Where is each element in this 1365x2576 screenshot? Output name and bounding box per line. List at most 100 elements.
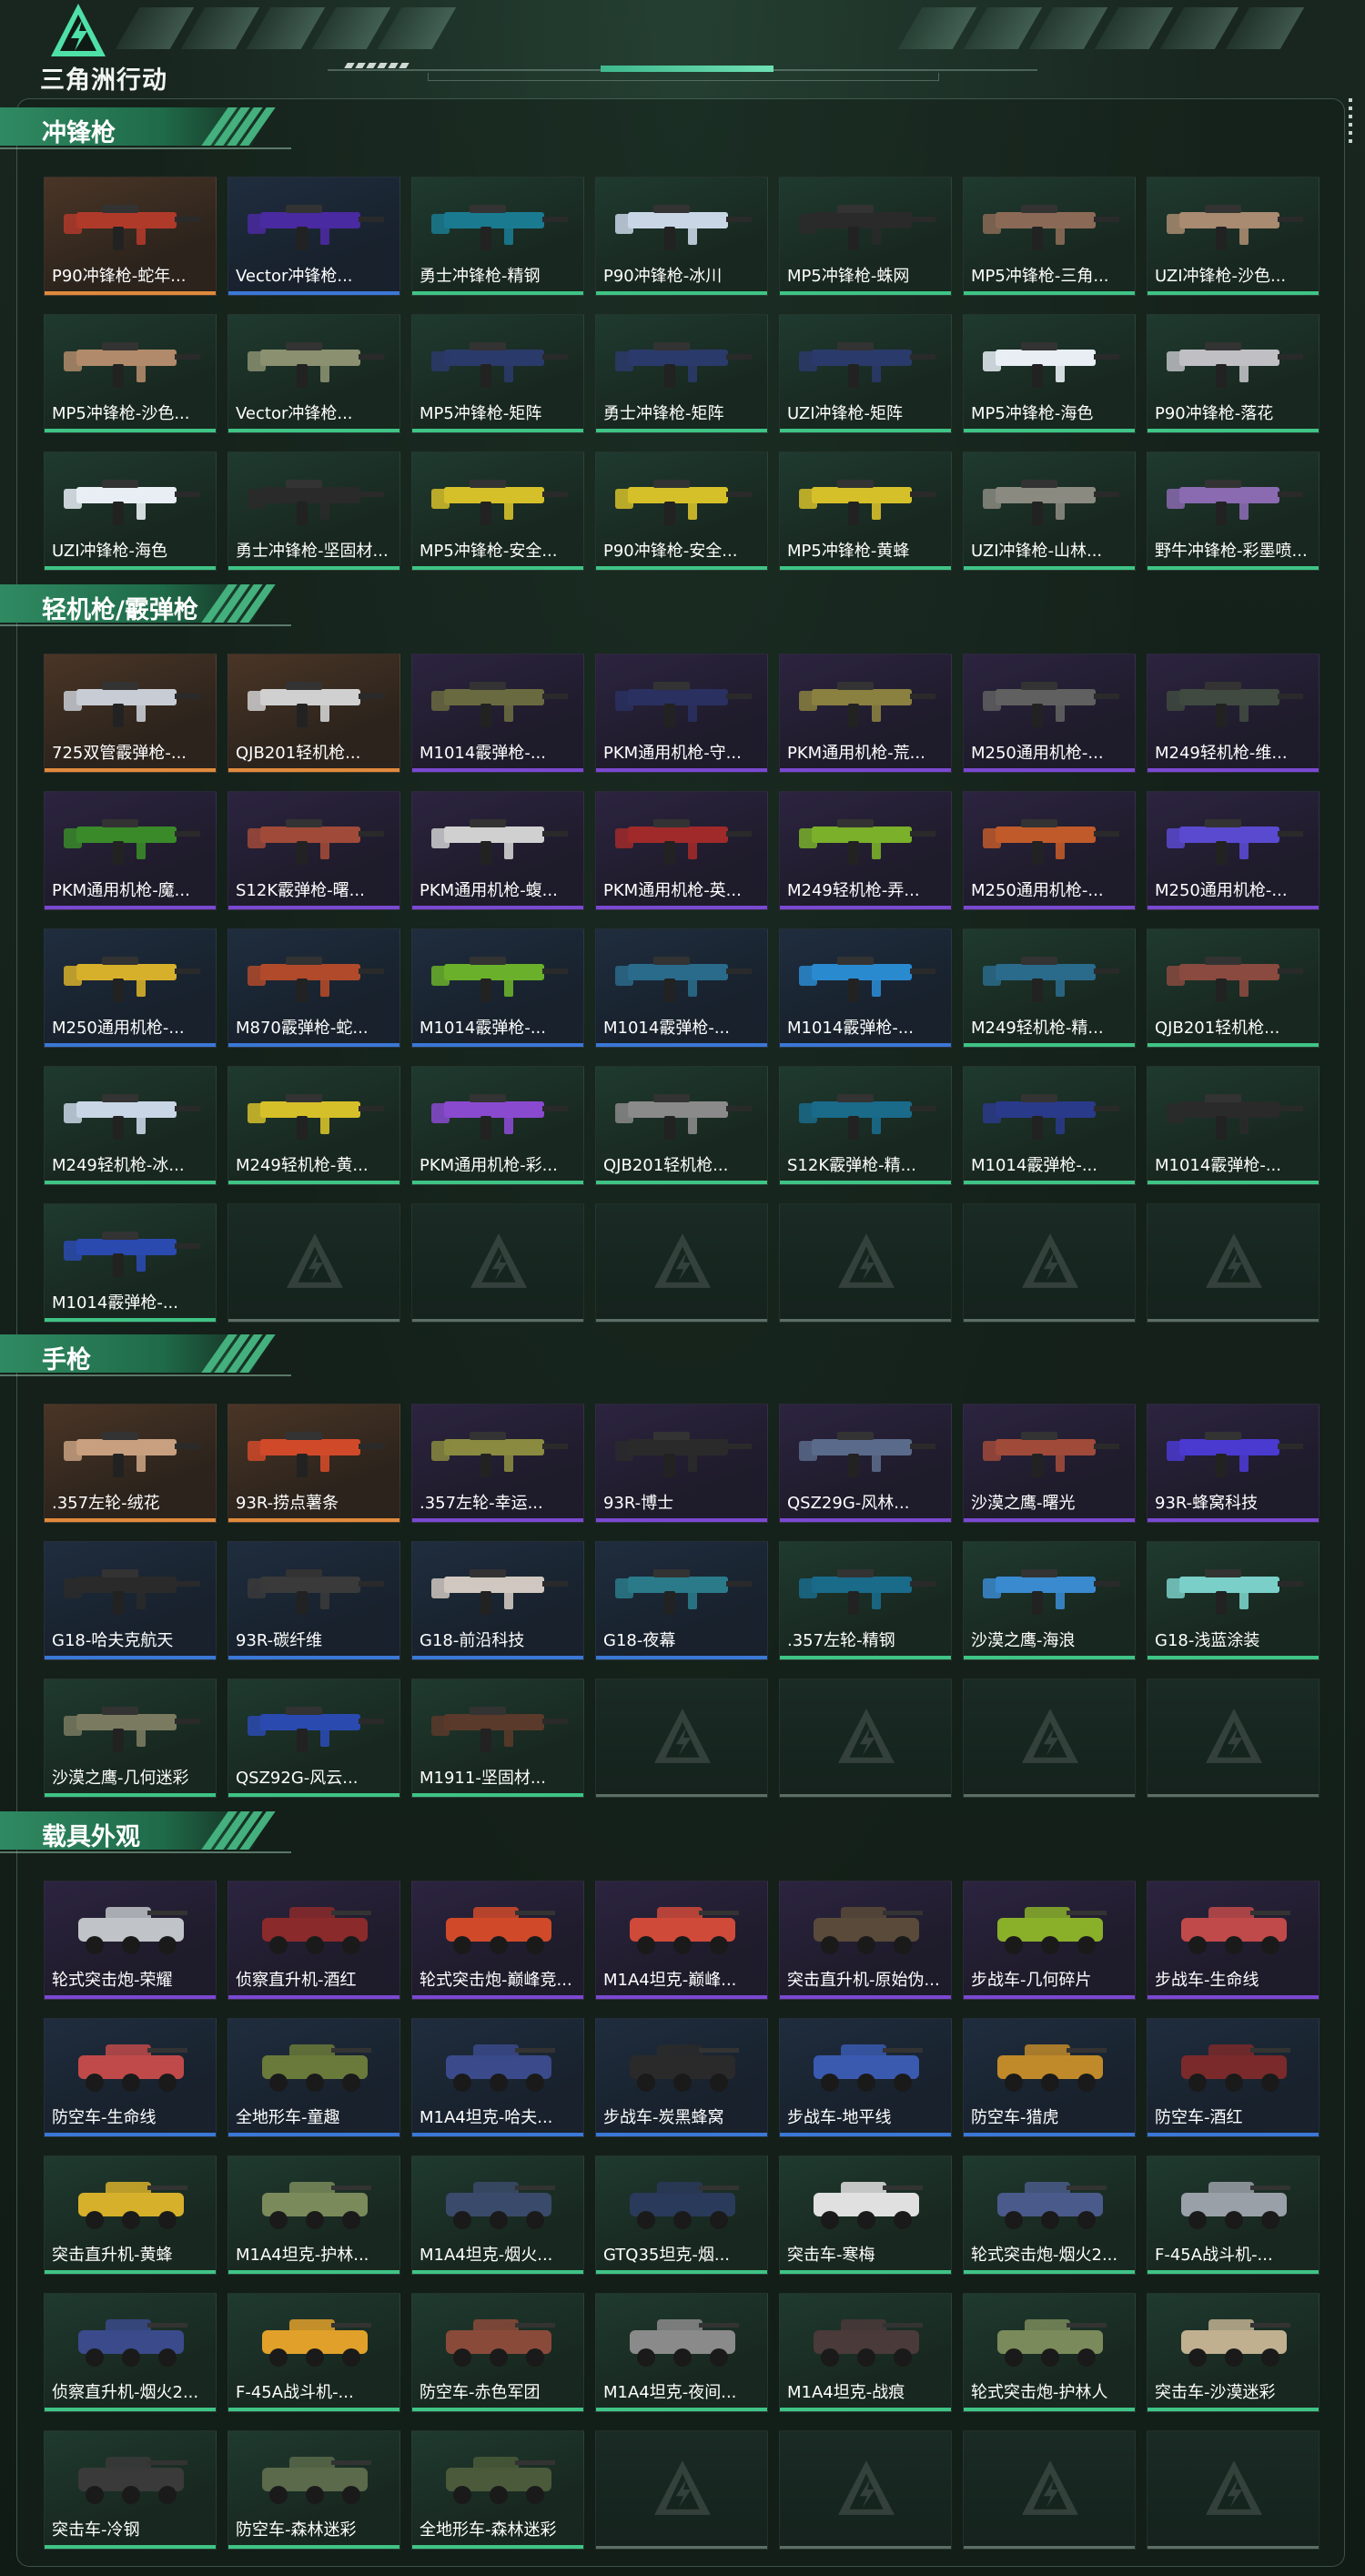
item-card[interactable]: G18-前沿科技 [411,1541,584,1660]
item-card[interactable]: M1911-坚固材... [411,1678,584,1798]
item-card[interactable]: .357左轮-幸运... [411,1404,584,1523]
item-card[interactable]: 勇士冲锋枪-精钢 [411,177,584,296]
item-card[interactable]: UZI冲锋枪-矩阵 [779,314,952,433]
item-card[interactable]: F-45A战斗机-... [228,2293,400,2412]
item-card[interactable]: QSZ29G-风林... [779,1404,952,1523]
item-card[interactable]: M1A4坦克-巅峰... [595,1881,768,2000]
item-card[interactable]: MP5冲锋枪-海色 [963,314,1136,433]
item-card[interactable]: MP5冲锋枪-安全... [411,451,584,571]
item-card[interactable]: .357左轮-绒花 [44,1404,217,1523]
item-card[interactable]: M1014霰弹枪-... [963,1066,1136,1185]
item-card[interactable]: G18-夜幕 [595,1541,768,1660]
item-card[interactable]: 步战车-几何碎片 [963,1881,1136,2000]
item-card[interactable]: M250通用机枪-... [1147,791,1320,910]
item-card[interactable]: 突击车-沙漠迷彩 [1147,2293,1320,2412]
item-card[interactable]: G18-哈夫克航天 [44,1541,217,1660]
item-card[interactable]: M249轻机枪-精... [963,928,1136,1048]
item-card[interactable]: 防空车-酒红 [1147,2018,1320,2137]
item-card[interactable]: UZI冲锋枪-山林... [963,451,1136,571]
item-card[interactable]: 步战车-炭黑蜂窝 [595,2018,768,2137]
item-card[interactable]: 93R-碳纤维 [228,1541,400,1660]
item-card[interactable]: 沙漠之鹰-海浪 [963,1541,1136,1660]
item-card[interactable]: M1A4坦克-战痕 [779,2293,952,2412]
item-card[interactable]: 轮式突击炮-巅峰竞... [411,1881,584,2000]
item-card[interactable]: P90冲锋枪-蛇年... [44,177,217,296]
item-card[interactable]: 93R-捞点薯条 [228,1404,400,1523]
item-card[interactable]: 突击车-寒梅 [779,2155,952,2275]
item-card[interactable]: 防空车-森林迷彩 [228,2430,400,2550]
item-card[interactable]: PKM通用机枪-蝮... [411,791,584,910]
item-card[interactable]: QJB201轻机枪... [595,1066,768,1185]
item-card[interactable]: 步战车-地平线 [779,2018,952,2137]
item-card[interactable]: M249轻机枪-冰... [44,1066,217,1185]
item-card[interactable]: 野牛冲锋枪-彩墨喷... [1147,451,1320,571]
item-card[interactable]: M1A4坦克-护林... [228,2155,400,2275]
item-card[interactable]: GTQ35坦克-烟... [595,2155,768,2275]
item-card[interactable]: QJB201轻机枪... [228,654,400,773]
item-card[interactable]: F-45A战斗机-... [1147,2155,1320,2275]
item-card[interactable]: Vector冲锋枪... [228,314,400,433]
item-card[interactable]: 步战车-生命线 [1147,1881,1320,2000]
item-card[interactable]: M249轻机枪-黄... [228,1066,400,1185]
item-card[interactable]: 勇士冲锋枪-矩阵 [595,314,768,433]
item-card[interactable]: 突击直升机-原始伪... [779,1881,952,2000]
item-card[interactable]: MP5冲锋枪-矩阵 [411,314,584,433]
item-card[interactable]: M250通用机枪-... [44,928,217,1048]
item-card[interactable]: PKM通用机枪-荒... [779,654,952,773]
item-card[interactable]: M250通用机枪-... [963,791,1136,910]
item-card[interactable]: M1014霰弹枪-... [411,928,584,1048]
item-card[interactable]: 勇士冲锋枪-坚固材... [228,451,400,571]
item-card[interactable]: 轮式突击炮-烟火2... [963,2155,1136,2275]
item-card[interactable]: 轮式突击炮-护林人 [963,2293,1136,2412]
item-card[interactable]: M1A4坦克-烟火... [411,2155,584,2275]
item-card[interactable]: .357左轮-精钢 [779,1541,952,1660]
item-card[interactable]: 沙漠之鹰-几何迷彩 [44,1678,217,1798]
item-card[interactable]: 93R-博士 [595,1404,768,1523]
item-card[interactable]: M1014霰弹枪-... [779,928,952,1048]
item-card[interactable]: UZI冲锋枪-海色 [44,451,217,571]
item-card[interactable]: M250通用机枪-... [963,654,1136,773]
item-card[interactable]: QSZ92G-风云... [228,1678,400,1798]
item-card[interactable]: M1A4坦克-夜间... [595,2293,768,2412]
item-card[interactable]: P90冲锋枪-落花 [1147,314,1320,433]
item-card[interactable]: PKM通用机枪-守... [595,654,768,773]
item-card[interactable]: M249轻机枪-维... [1147,654,1320,773]
item-card[interactable]: 侦察直升机-烟火2... [44,2293,217,2412]
item-card[interactable]: 突击直升机-黄蜂 [44,2155,217,2275]
item-card[interactable]: M1A4坦克-哈夫... [411,2018,584,2137]
item-card[interactable]: 防空车-生命线 [44,2018,217,2137]
item-card[interactable]: 防空车-猎虎 [963,2018,1136,2137]
scrollbar[interactable] [1349,98,1354,147]
item-card[interactable]: PKM通用机枪-魔... [44,791,217,910]
item-card[interactable]: M249轻机枪-弄... [779,791,952,910]
item-card[interactable]: MP5冲锋枪-蛛网 [779,177,952,296]
item-card[interactable]: S12K霰弹枪-精... [779,1066,952,1185]
item-card[interactable]: 突击车-冷钢 [44,2430,217,2550]
item-card[interactable]: 侦察直升机-酒红 [228,1881,400,2000]
item-card[interactable]: P90冲锋枪-安全... [595,451,768,571]
item-card[interactable]: M1014霰弹枪-... [411,654,584,773]
item-card[interactable]: UZI冲锋枪-沙色... [1147,177,1320,296]
item-card[interactable]: M870霰弹枪-蛇... [228,928,400,1048]
item-card[interactable]: 轮式突击炮-荣耀 [44,1881,217,2000]
item-card[interactable]: 725双管霰弹枪-... [44,654,217,773]
item-card[interactable]: MP5冲锋枪-沙色... [44,314,217,433]
item-card[interactable]: 沙漠之鹰-曙光 [963,1404,1136,1523]
item-card[interactable]: MP5冲锋枪-三角... [963,177,1136,296]
item-card[interactable]: QJB201轻机枪... [1147,928,1320,1048]
item-card[interactable]: MP5冲锋枪-黄蜂 [779,451,952,571]
item-card[interactable]: Vector冲锋枪... [228,177,400,296]
item-card[interactable]: 全地形车-森林迷彩 [411,2430,584,2550]
item-card[interactable]: PKM通用机枪-英... [595,791,768,910]
item-card[interactable]: 防空车-赤色军团 [411,2293,584,2412]
item-card[interactable]: 全地形车-童趣 [228,2018,400,2137]
item-card[interactable]: S12K霰弹枪-曙... [228,791,400,910]
item-card[interactable]: 93R-蜂窝科技 [1147,1404,1320,1523]
item-card[interactable]: PKM通用机枪-彩... [411,1066,584,1185]
item-card[interactable]: P90冲锋枪-冰川 [595,177,768,296]
item-card[interactable]: G18-浅蓝涂装 [1147,1541,1320,1660]
item-card[interactable]: M1014霰弹枪-... [595,928,768,1048]
item-card[interactable]: M1014霰弹枪-... [44,1203,217,1323]
item-card[interactable]: M1014霰弹枪-... [1147,1066,1320,1185]
weapon-image-icon [799,480,935,525]
